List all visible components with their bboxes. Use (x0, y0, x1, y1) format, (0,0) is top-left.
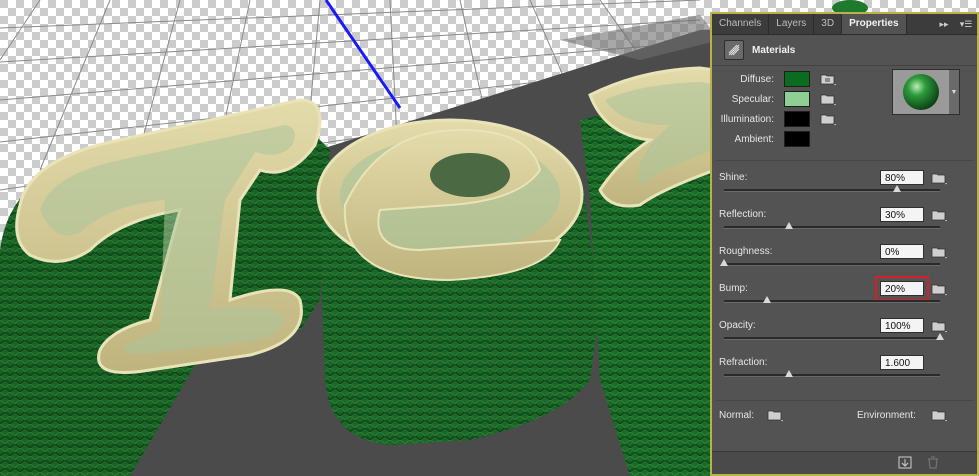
folder-icon[interactable] (931, 408, 949, 422)
property-value-input[interactable]: 20% (875, 276, 929, 301)
slider-thumb[interactable] (763, 296, 772, 303)
normal-label: Normal: (719, 410, 755, 421)
folder-icon[interactable] (931, 245, 949, 259)
property-label: Opacity: (719, 320, 756, 331)
channel-row-specular: Specular: (712, 90, 838, 108)
tab-properties[interactable]: Properties (842, 14, 907, 34)
panel-footer (712, 451, 977, 474)
property-value-input[interactable]: 100% (880, 318, 924, 333)
folder-icon[interactable] (767, 408, 785, 422)
slider-thumb[interactable] (936, 333, 944, 340)
trash-icon[interactable] (926, 456, 940, 469)
specular-label: Specular: (731, 93, 774, 105)
property-value-input[interactable]: 1.600 (880, 355, 924, 370)
property-label: Roughness: (719, 246, 773, 257)
property-value-input[interactable]: 0% (880, 244, 924, 259)
preview-dropdown-icon[interactable]: ▼ (949, 69, 960, 115)
property-slider[interactable] (724, 370, 940, 377)
environment-label: Environment: (857, 410, 916, 421)
tab-3d[interactable]: 3D (814, 14, 843, 34)
specular-color-swatch[interactable] (784, 91, 810, 107)
property-label: Shine: (719, 172, 748, 183)
property-value-input[interactable]: 80% (880, 170, 924, 185)
property-slider[interactable] (724, 185, 940, 192)
materials-title: Materials (752, 44, 796, 56)
illumination-color-swatch[interactable] (784, 111, 810, 127)
diffuse-color-swatch[interactable] (784, 71, 810, 87)
slider-thumb[interactable] (784, 222, 793, 229)
panel-menu-icon[interactable]: ▾☰ (955, 14, 977, 34)
property-slider[interactable] (724, 296, 940, 303)
illumination-label: Illumination: (720, 113, 774, 125)
3d-letter-e[interactable] (316, 118, 600, 445)
channel-row-illumination: Illumination: (712, 110, 838, 128)
diffuse-label: Diffuse: (740, 73, 774, 85)
channel-row-diffuse: Diffuse: (712, 70, 838, 88)
folder-icon[interactable] (820, 112, 838, 126)
material-preview[interactable] (892, 69, 950, 115)
properties-panel: Channels Layers 3D Properties ▸▸ ▾☰ Mate… (710, 12, 979, 476)
ambient-color-swatch[interactable] (784, 131, 810, 147)
tab-channels[interactable]: Channels (712, 14, 770, 34)
property-slider[interactable] (724, 333, 944, 340)
panel-tab-bar: Channels Layers 3D Properties ▸▸ ▾☰ (712, 14, 977, 35)
slider-thumb[interactable] (720, 259, 728, 266)
slider-thumb[interactable] (784, 370, 793, 377)
tab-layers[interactable]: Layers (769, 14, 815, 34)
property-slider[interactable] (724, 222, 940, 229)
slider-thumb[interactable] (892, 185, 901, 192)
load-texture-icon[interactable] (898, 456, 912, 469)
property-label: Reflection: (719, 209, 767, 220)
folder-icon[interactable] (931, 208, 949, 222)
folder-icon[interactable] (820, 72, 838, 86)
folder-icon[interactable] (931, 171, 949, 185)
folder-icon[interactable] (820, 92, 838, 106)
property-slider[interactable] (720, 259, 940, 266)
channel-row-ambient: Ambient: (712, 130, 810, 148)
property-value-input[interactable]: 30% (880, 207, 924, 222)
folder-icon[interactable] (931, 282, 949, 296)
collapse-icon[interactable]: ▸▸ (933, 14, 955, 34)
materials-header: Materials (712, 35, 977, 66)
materials-icon (724, 40, 744, 60)
property-label: Bump: (719, 283, 748, 294)
ambient-label: Ambient: (734, 133, 774, 145)
folder-icon[interactable] (931, 319, 949, 333)
material-sphere-icon (893, 70, 949, 114)
property-label: Refraction: (719, 357, 768, 368)
